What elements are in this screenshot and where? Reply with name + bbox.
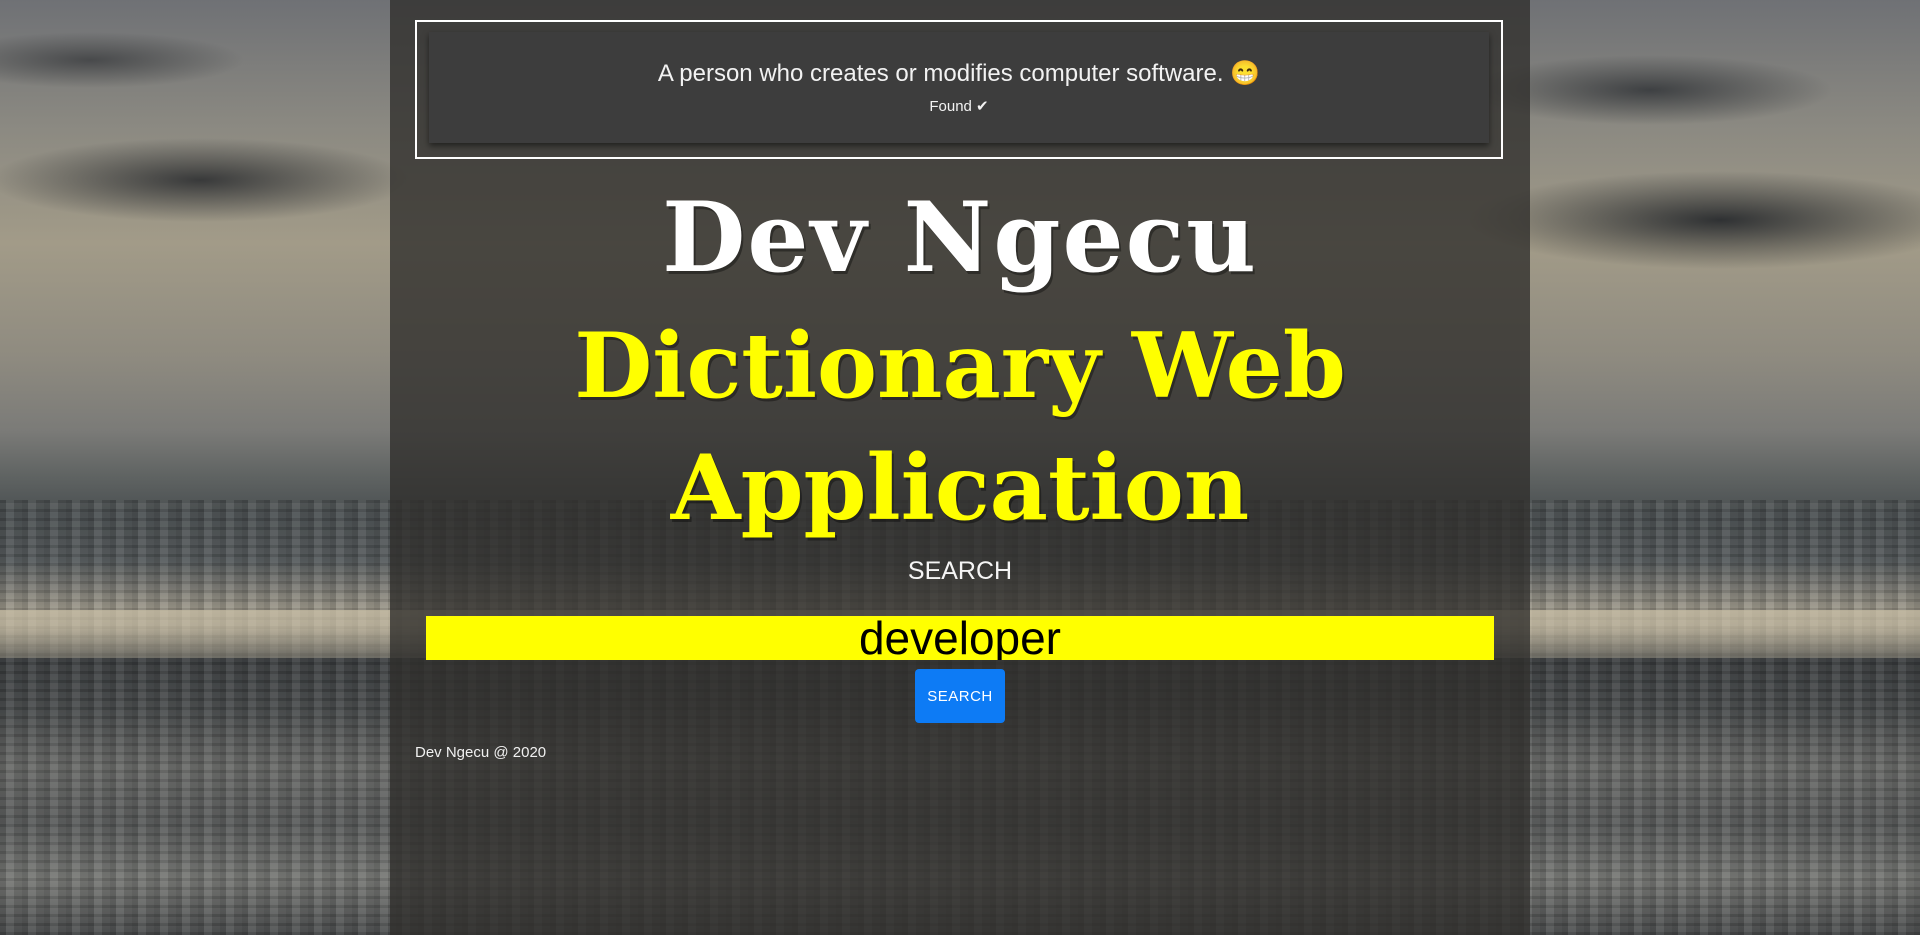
app-title-line-1: Dictionary Web [574, 313, 1346, 419]
found-status: Found ✔ [929, 98, 989, 115]
app-title-line-2: Application [670, 435, 1250, 541]
search-label: SEARCH [907, 557, 1013, 585]
result-alert-frame: A person who creates or modifies compute… [415, 20, 1503, 159]
main-panel: A person who creates or modifies compute… [390, 0, 1530, 935]
brand-title: Dev Ngecu [662, 181, 1258, 294]
footer-copyright: Dev Ngecu @ 2020 [415, 744, 547, 761]
search-button[interactable]: SEARCH [915, 669, 1005, 723]
definition-text: A person who creates or modifies compute… [657, 60, 1261, 87]
result-alert: A person who creates or modifies compute… [429, 32, 1489, 143]
search-input[interactable] [426, 616, 1494, 660]
app-title: Dictionary Web Application [390, 305, 1530, 549]
